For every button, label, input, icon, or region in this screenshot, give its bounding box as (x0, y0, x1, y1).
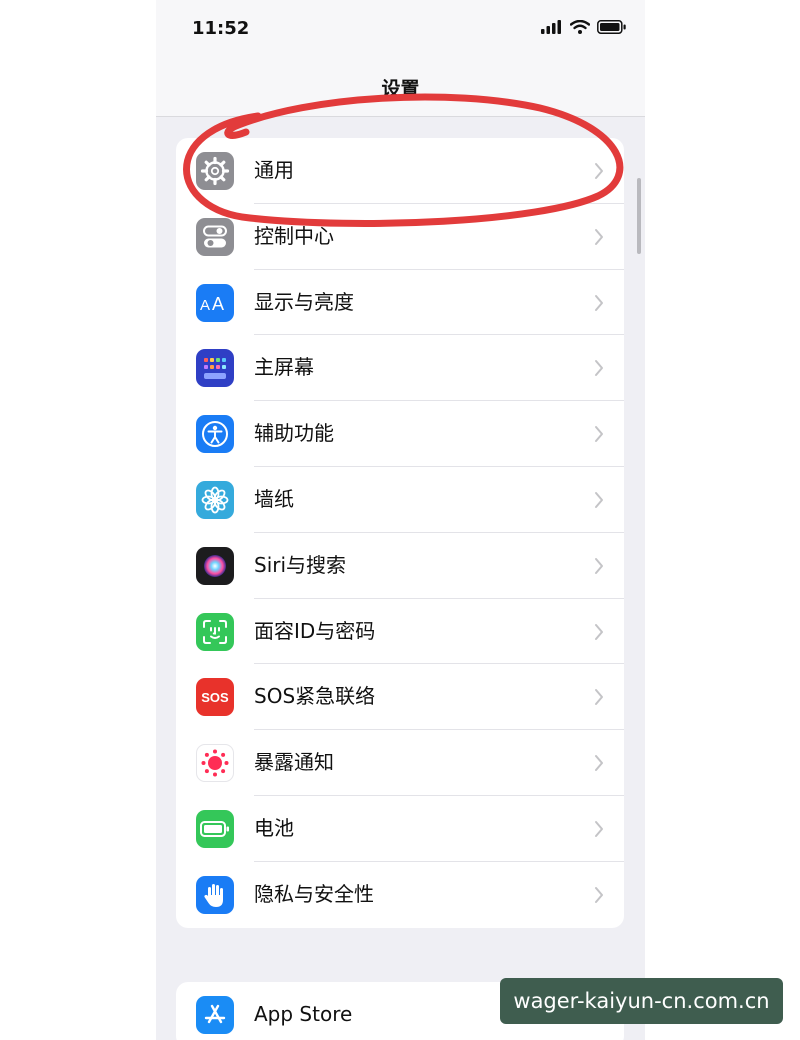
sos-icon: SOS (196, 678, 234, 717)
settings-row-label: 主屏幕 (254, 355, 314, 380)
signal-icon (541, 20, 561, 34)
chevron-right-icon (595, 426, 603, 443)
battery-icon (196, 809, 234, 848)
settings-row-emergency-sos[interactable]: SOS SOS紧急联络 (176, 664, 624, 731)
exposure-icon (196, 744, 234, 783)
hand-icon (196, 875, 234, 914)
chevron-right-icon (595, 491, 603, 508)
nav-bar: 设置 (156, 60, 645, 117)
page-title: 设置 (381, 78, 420, 100)
settings-row-label: 辅助功能 (254, 421, 334, 446)
chevron-right-icon (595, 886, 603, 903)
status-bar: 11:52 (156, 0, 645, 60)
sos-icon-text: SOS (201, 689, 229, 705)
text-size-icon: A A (196, 283, 234, 322)
settings-row-display-brightness[interactable]: A A 显示与亮度 (176, 270, 624, 336)
left-margin (0, 0, 156, 1040)
scrollbar[interactable] (637, 178, 641, 254)
chevron-right-icon (595, 228, 603, 245)
status-time: 11:52 (192, 18, 250, 39)
chevron-right-icon (595, 360, 603, 377)
chevron-right-icon (595, 557, 603, 574)
settings-row-label: 显示与亮度 (254, 289, 354, 314)
face-id-icon (196, 612, 234, 651)
settings-row-accessibility[interactable]: 辅助功能 (176, 401, 624, 467)
settings-row-label: App Store (254, 1002, 353, 1026)
home-grid-icon (196, 349, 234, 388)
settings-row-label: 控制中心 (254, 223, 334, 248)
svg-text:A: A (200, 297, 210, 314)
chevron-right-icon (595, 623, 603, 640)
settings-row-label: 墙纸 (254, 486, 294, 511)
settings-row-label: 通用 (254, 158, 294, 182)
settings-row-privacy-security[interactable]: 隐私与安全性 (176, 862, 624, 928)
accessibility-icon (196, 415, 234, 454)
battery-icon (597, 20, 626, 34)
chevron-right-icon (595, 689, 603, 706)
settings-row-siri-search[interactable]: Siri与搜索 (176, 533, 624, 599)
settings-row-face-id-passcode[interactable]: 面容ID与密码 (176, 599, 624, 665)
svg-text:A: A (212, 294, 224, 314)
watermark: wager-kaiyun-cn.com.cn (500, 978, 783, 1024)
settings-row-home-screen[interactable]: 主屏幕 (176, 335, 624, 402)
settings-row-label: 暴露通知 (254, 750, 334, 775)
siri-icon (196, 546, 234, 585)
gear-icon (196, 152, 234, 190)
settings-row-label: Siri与搜索 (254, 552, 347, 577)
settings-row-wallpaper[interactable]: 墙纸 (176, 467, 624, 533)
settings-row-exposure-notifications[interactable]: 暴露通知 (176, 730, 624, 796)
settings-row-label: 隐私与安全性 (254, 881, 374, 906)
chevron-right-icon (595, 163, 603, 179)
chevron-right-icon (595, 755, 603, 772)
toggles-icon (196, 217, 234, 256)
settings-row-label: 电池 (254, 815, 294, 840)
right-margin (645, 0, 800, 1040)
settings-row-general[interactable]: 通用 (176, 138, 624, 204)
wallpaper-flower-icon (196, 480, 234, 519)
settings-row-battery[interactable]: 电池 (176, 796, 624, 862)
settings-row-control-center[interactable]: 控制中心 (176, 204, 624, 270)
chevron-right-icon (595, 820, 603, 837)
phone-screen: 11:52 设置 通用 控制中心 A A 显示与亮度 主屏幕 辅助功能 墙纸 S… (156, 0, 645, 1040)
chevron-right-icon (595, 294, 603, 311)
wifi-icon (570, 20, 590, 34)
settings-row-label: 面容ID与密码 (254, 618, 376, 643)
settings-row-label: SOS紧急联络 (254, 684, 376, 709)
app-store-icon (196, 996, 234, 1034)
settings-group: 通用 控制中心 A A 显示与亮度 主屏幕 辅助功能 墙纸 Siri与搜索 面容… (176, 138, 624, 928)
